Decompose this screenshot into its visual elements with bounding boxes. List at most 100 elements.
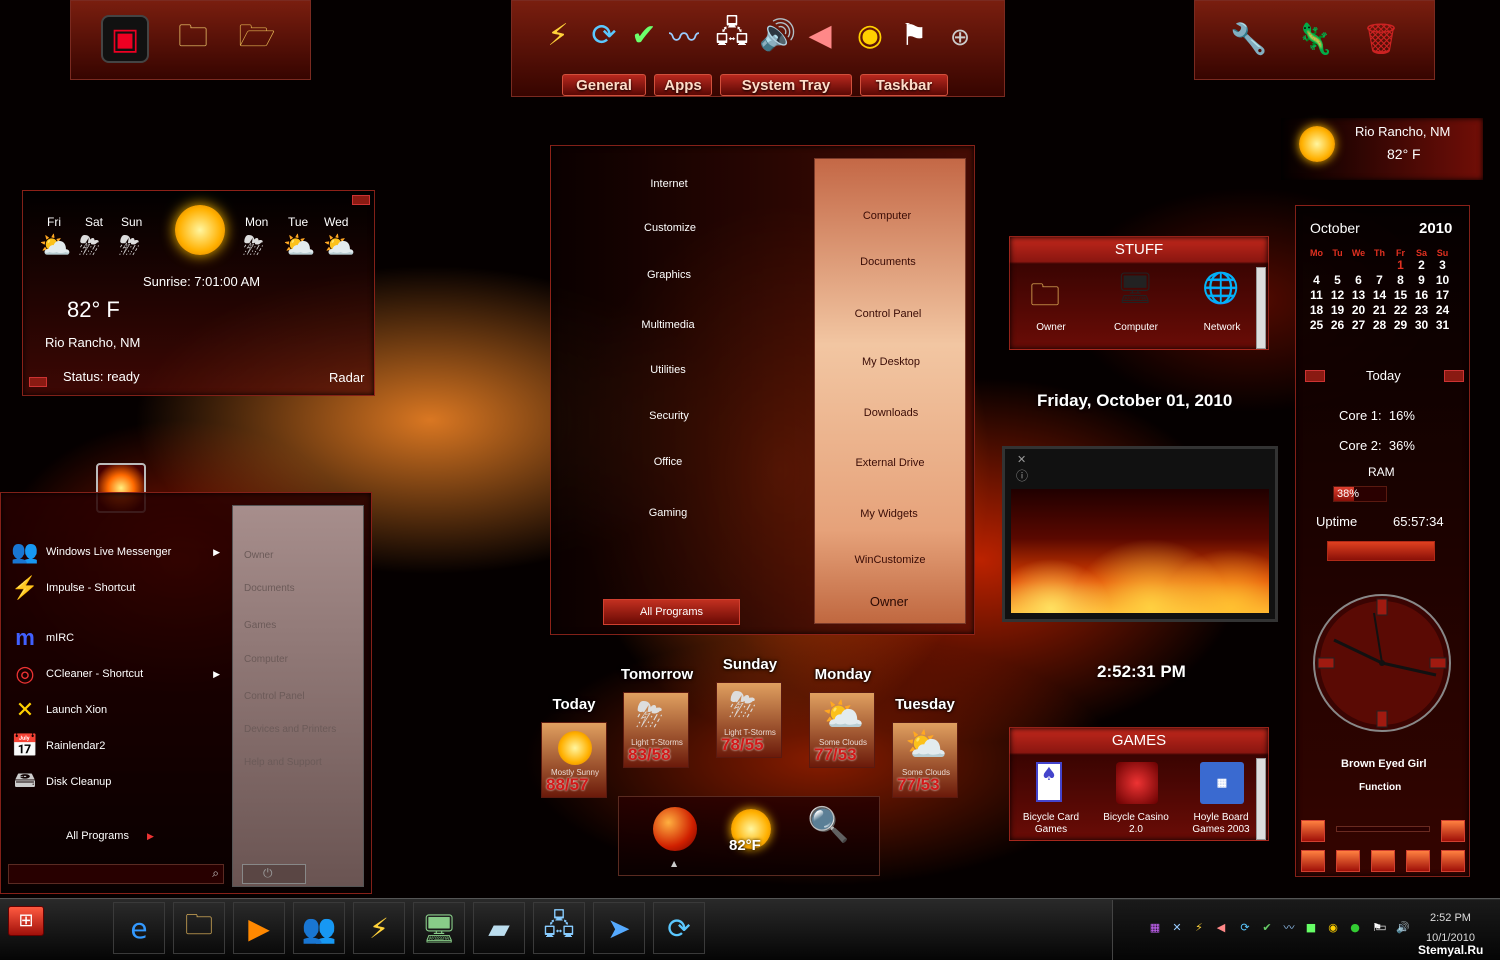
media-function-label[interactable]: Function (1359, 782, 1401, 793)
tray-impulse-icon[interactable]: ⚡ (1192, 920, 1206, 934)
calendar-day[interactable]: 19 (1327, 303, 1348, 318)
calendar-day[interactable]: 3 (1432, 258, 1453, 273)
center-menu-external-drive[interactable]: External Drive (820, 457, 960, 469)
notepad-folder-icon[interactable]: 🗀 (169, 15, 217, 63)
calendar-day[interactable]: 30 (1411, 318, 1432, 333)
tab-apps[interactable]: Apps (654, 74, 712, 96)
start-right-control-panel[interactable]: Control Panel (244, 691, 305, 702)
calendar-day[interactable]: 4 (1306, 273, 1327, 288)
calendar-day[interactable]: 29 (1390, 318, 1411, 333)
calendar-day[interactable]: 27 (1348, 318, 1369, 333)
calendar-day[interactable]: 12 (1327, 288, 1348, 303)
center-menu-wincustomize[interactable]: WinCustomize (820, 554, 960, 566)
center-menu-multimedia[interactable]: Multimedia (608, 319, 728, 331)
start-item-rainlendar[interactable]: 📅 Rainlendar2 (10, 730, 220, 762)
start-search-input[interactable]: ⌕ (8, 864, 224, 884)
security-check-icon[interactable]: ◉ (846, 11, 894, 59)
calendar-day[interactable]: 15 (1390, 288, 1411, 303)
flag-icon[interactable]: ⚑ (890, 11, 938, 59)
notepad-icon[interactable]: ▰ (473, 902, 525, 954)
gecko-icon[interactable]: 🦎 (1291, 15, 1339, 63)
center-menu-control-panel[interactable]: Control Panel (818, 308, 958, 320)
tray-speaker-icon[interactable]: ◀ (1214, 920, 1228, 934)
start-right-computer[interactable]: Computer (244, 654, 288, 665)
start-right-documents[interactable]: Documents (244, 583, 295, 594)
tray-usb-icon[interactable]: ✔ (1260, 920, 1274, 934)
network-icon[interactable]: ⟳ (653, 902, 705, 954)
calendar-day[interactable]: 21 (1369, 303, 1390, 318)
media-player-icon[interactable]: ▶ (233, 902, 285, 954)
media-prev-button[interactable] (1301, 820, 1325, 842)
center-menu-my-desktop[interactable]: My Desktop (821, 356, 961, 368)
tray-security-icon[interactable]: ◉ (1326, 920, 1340, 934)
cursor-icon[interactable]: ➤ (593, 902, 645, 954)
media-button-1[interactable] (1301, 850, 1325, 872)
picture-folder-icon[interactable]: 🗁 (233, 15, 281, 63)
tray-signal-icon[interactable]: 〰 (1282, 920, 1296, 934)
calendar-prev-button[interactable] (1305, 370, 1325, 382)
center-menu-graphics[interactable]: Graphics (609, 269, 729, 281)
close-icon[interactable]: ✕ (1017, 453, 1026, 466)
weather-mini-widget[interactable]: Rio Rancho, NM 82° F (1281, 118, 1483, 180)
media-button-3[interactable] (1371, 850, 1395, 872)
center-menu-office[interactable]: Office (608, 456, 728, 468)
calendar-day[interactable]: 20 (1348, 303, 1369, 318)
casino-icon[interactable] (1116, 762, 1158, 804)
start-item-ccleaner[interactable]: ◎ CCleaner - Shortcut ▶ (10, 658, 220, 690)
stuff-scrollbar[interactable] (1256, 267, 1266, 349)
calendar-day[interactable]: 8 (1390, 273, 1411, 288)
start-item-disk-cleanup[interactable]: 🖴 Disk Cleanup (10, 766, 220, 798)
calendar-day[interactable]: 18 (1306, 303, 1327, 318)
calendar-day[interactable]: 26 (1327, 318, 1348, 333)
calendar-day[interactable]: 5 (1327, 273, 1348, 288)
tray-display-icon[interactable]: ▭ (1374, 920, 1388, 934)
messenger-icon[interactable]: 👥 (293, 902, 345, 954)
taskbar-clock-time[interactable]: 2:52 PM (1430, 912, 1471, 924)
start-right-games[interactable]: Games (244, 620, 276, 631)
center-menu-security[interactable]: Security (609, 410, 729, 422)
video-preview-widget[interactable]: ✕ ⓘ (1002, 446, 1278, 622)
calendar-day[interactable]: 16 (1411, 288, 1432, 303)
center-menu-my-widgets[interactable]: My Widgets (819, 508, 959, 520)
globe-icon[interactable] (653, 807, 697, 851)
center-menu-customize[interactable]: Customize (610, 222, 730, 234)
board-games-icon[interactable]: ▦ (1200, 762, 1244, 804)
tab-system-tray[interactable]: System Tray (720, 74, 852, 96)
center-menu-downloads[interactable]: Downloads (821, 407, 961, 419)
start-right-help[interactable]: Help and Support (244, 757, 322, 768)
calendar-day[interactable]: 28 (1369, 318, 1390, 333)
info-icon[interactable]: ⓘ (1016, 467, 1028, 484)
calendar-day[interactable] (1306, 258, 1327, 273)
zippo-monitor-icon[interactable]: ▣ (101, 15, 149, 63)
media-seek-slider[interactable] (1336, 826, 1430, 832)
tab-general[interactable]: General (562, 74, 646, 96)
center-menu-owner[interactable]: Owner (819, 594, 959, 609)
calendar-next-button[interactable] (1444, 370, 1464, 382)
center-menu-documents[interactable]: Documents (818, 256, 958, 268)
calendar-day[interactable]: 13 (1348, 288, 1369, 303)
center-menu-utilities[interactable]: Utilities (608, 364, 728, 376)
forecast-tile-monday[interactable]: ⛅ Some Clouds 77/53 (809, 692, 875, 768)
forecast-tile-today[interactable]: Mostly Sunny 88/57 (541, 722, 607, 798)
remote-icon[interactable]: 🖧 (533, 902, 585, 954)
center-all-programs-button[interactable]: All Programs (603, 599, 740, 625)
trash-icon[interactable]: 🗑 (1357, 15, 1405, 63)
calendar-day[interactable]: 9 (1411, 273, 1432, 288)
computer-icon[interactable]: 🖥 (1116, 271, 1154, 306)
start-button[interactable]: ⊞ (8, 906, 44, 936)
ie-icon[interactable]: e (113, 902, 165, 954)
tools-icon[interactable]: 🔧 (1225, 15, 1273, 63)
start-item-messenger[interactable]: 👥 Windows Live Messenger ▶ (10, 536, 220, 568)
signal-icon[interactable]: 〰 (660, 11, 708, 59)
magnifier-icon[interactable]: 🔍 (807, 805, 849, 845)
calendar-day[interactable]: 22 (1390, 303, 1411, 318)
start-right-owner[interactable]: Owner (244, 550, 273, 561)
network-globe-icon[interactable]: 🌐 (1202, 271, 1239, 306)
calendar-day[interactable] (1327, 258, 1348, 273)
tab-taskbar[interactable]: Taskbar (860, 74, 948, 96)
monitor-icon[interactable]: 🖥 (413, 902, 465, 954)
calendar-day[interactable]: 7 (1369, 273, 1390, 288)
center-menu-gaming[interactable]: Gaming (608, 507, 728, 519)
calendar-day[interactable] (1348, 258, 1369, 273)
network-computer-icon[interactable]: 🖧 (708, 11, 756, 59)
